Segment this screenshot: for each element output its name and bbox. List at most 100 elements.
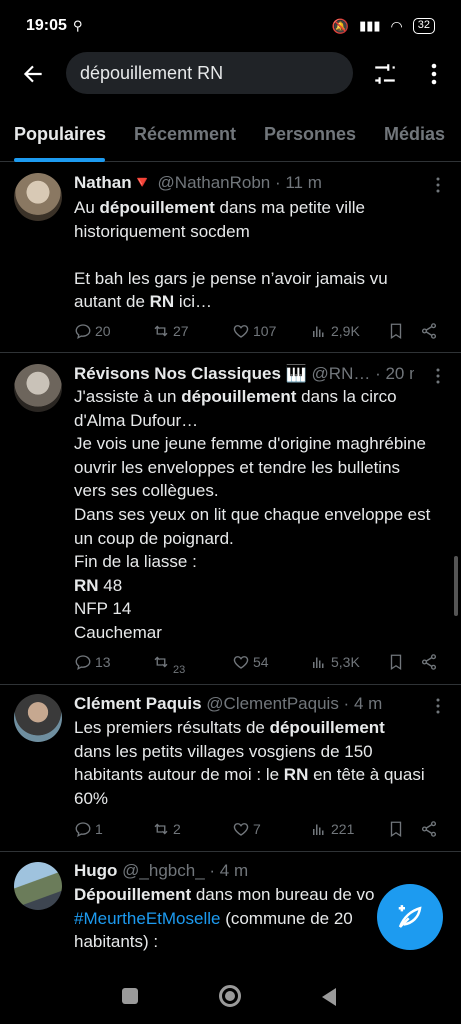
tweet-menu-icon[interactable] [435,698,441,714]
text-segment: dans les petits villages vosgiens de 150 [74,741,373,761]
signal-icon: ▮▮▮ [359,18,381,33]
heart-icon [233,325,249,338]
share-icon [421,323,437,339]
like-count: 107 [253,323,277,339]
tweet-menu-icon[interactable] [435,368,441,384]
share-button[interactable] [420,653,438,671]
tab-personnes[interactable]: Personnes [264,124,356,145]
active-tab-indicator [14,158,105,162]
repost-icon [154,325,168,337]
text-segment: 48 [98,575,123,595]
repost-button[interactable]: 2 [152,820,181,838]
repost-count: 27 [173,323,189,339]
tweet-line: RN 48 [74,574,454,598]
tab-recemment[interactable]: Récemment [134,124,236,145]
like-button[interactable]: 107 [232,322,276,340]
views-count: 5,3K [331,654,360,670]
system-nav-bar [0,964,461,1024]
bookmark-icon [390,323,402,340]
tweet-line: autant de RN ici… [74,290,454,314]
tweet[interactable]: Nathan🔻 @NathanRobn · 11 m Au dépouillem… [0,163,461,353]
tweet-line: J'assiste à un dépouillement dans la cir… [74,385,454,409]
bookmark-button[interactable] [387,820,405,838]
tweet-line: Cauchemar [74,621,454,645]
author-name[interactable]: Nathan [74,173,132,192]
repost-button[interactable]: 23 [152,653,185,676]
tweet-time: 20 m [385,364,414,383]
highlighted-term: dépouillement [99,198,215,217]
compose-button[interactable] [377,884,443,950]
text-segment: (commune de 20 [220,908,353,928]
tweet-line [74,243,454,267]
bookmark-button[interactable] [387,322,405,340]
avatar[interactable] [14,862,62,910]
like-button[interactable]: 7 [232,820,261,838]
repost-button[interactable]: 27 [152,322,189,340]
tab-populaires[interactable]: Populaires [14,124,106,145]
avatar[interactable] [14,694,62,742]
text-segment: Fin de la liasse : [74,552,197,572]
author-handle: @_hgbch_ [122,861,205,880]
status-bar: 19:05 ⚲ 🔕 ▮▮▮ ◠ 32 [0,0,461,52]
avatar[interactable] [14,364,62,412]
avatar[interactable] [14,173,62,221]
text-segment: vers ses collègues. [74,481,219,501]
text-segment: dans mon bureau de vo [191,885,375,904]
text-segment: autant de [74,292,150,312]
reply-button[interactable]: 1 [74,820,103,838]
bookmark-button[interactable] [387,653,405,671]
reply-button[interactable]: 13 [74,653,111,671]
tweet-line: Fin de la liasse : [74,550,454,574]
author-handle: @ClementPaquis [206,694,339,713]
tweet-line: Les premiers résultats de dépouillement [74,716,454,740]
reply-button[interactable]: 20 [74,322,111,340]
tweet-line: NFP 14 [74,597,454,621]
reply-count: 1 [95,821,103,837]
badge-icon: 🔻 [131,173,153,192]
views-button[interactable]: 221 [310,820,354,838]
sliders-icon[interactable] [372,61,398,87]
reply-icon [75,324,91,340]
tweet-time: 4 m [353,694,383,713]
text-segment: Au [74,198,100,217]
status-icons: 🔕 ▮▮▮ ◠ 32 [332,18,435,35]
highlighted-term: RN [74,575,99,595]
views-count: 2,9K [331,323,360,339]
tweet-line: Et bah les gars je pense n’avoir jamais … [74,267,454,291]
recents-icon[interactable] [122,988,138,1004]
views-button[interactable]: 5,3K [310,653,360,671]
author-name[interactable]: Révisons Nos Classiques 🎹 [74,364,307,383]
tweet[interactable]: Clément Paquis @ClementPaquis · 4 m Les … [0,685,461,852]
views-icon [313,657,324,668]
views-icon [313,824,324,835]
more-vertical-icon[interactable] [424,60,444,88]
text-segment: J'assiste à un [74,387,182,406]
like-button[interactable]: 54 [232,653,269,671]
views-count: 221 [331,821,355,837]
tweet-menu-icon[interactable] [435,177,441,193]
mute-icon: 🔕 [331,17,350,34]
hashtag-link[interactable]: #MeurtheEtMoselle [74,909,220,928]
text-segment: un coup de poignard. [74,528,234,548]
back-icon[interactable] [322,988,336,1006]
tab-medias[interactable]: Médias [384,124,445,145]
heart-icon [233,823,249,836]
tweet[interactable]: Révisons Nos Classiques 🎹 @RN… · 20 m J'… [0,353,461,685]
author-name[interactable]: Hugo [74,861,117,880]
tweet-line: habitants autour de moi : le RN en tête … [74,763,454,787]
views-button[interactable]: 2,9K [310,322,360,340]
share-button[interactable] [420,322,438,340]
scrollbar[interactable] [454,556,458,616]
text-segment: Et bah les gars je pense n’avoir jamais … [74,268,388,288]
reply-icon [75,655,91,671]
tweet-actions: 1 2 7 221 [74,820,444,840]
battery-icon: 32 [412,18,435,34]
author-name[interactable]: Clément Paquis [74,694,202,713]
search-input[interactable]: dépouillement RN [66,52,353,94]
home-icon[interactable] [219,985,241,1007]
share-button[interactable] [420,820,438,838]
repost-count: 2 [173,821,181,837]
tweet-line: 60% [74,787,454,811]
tweet-line: d'Alma Dufour… [74,409,454,433]
arrow-left-icon[interactable] [20,61,46,87]
